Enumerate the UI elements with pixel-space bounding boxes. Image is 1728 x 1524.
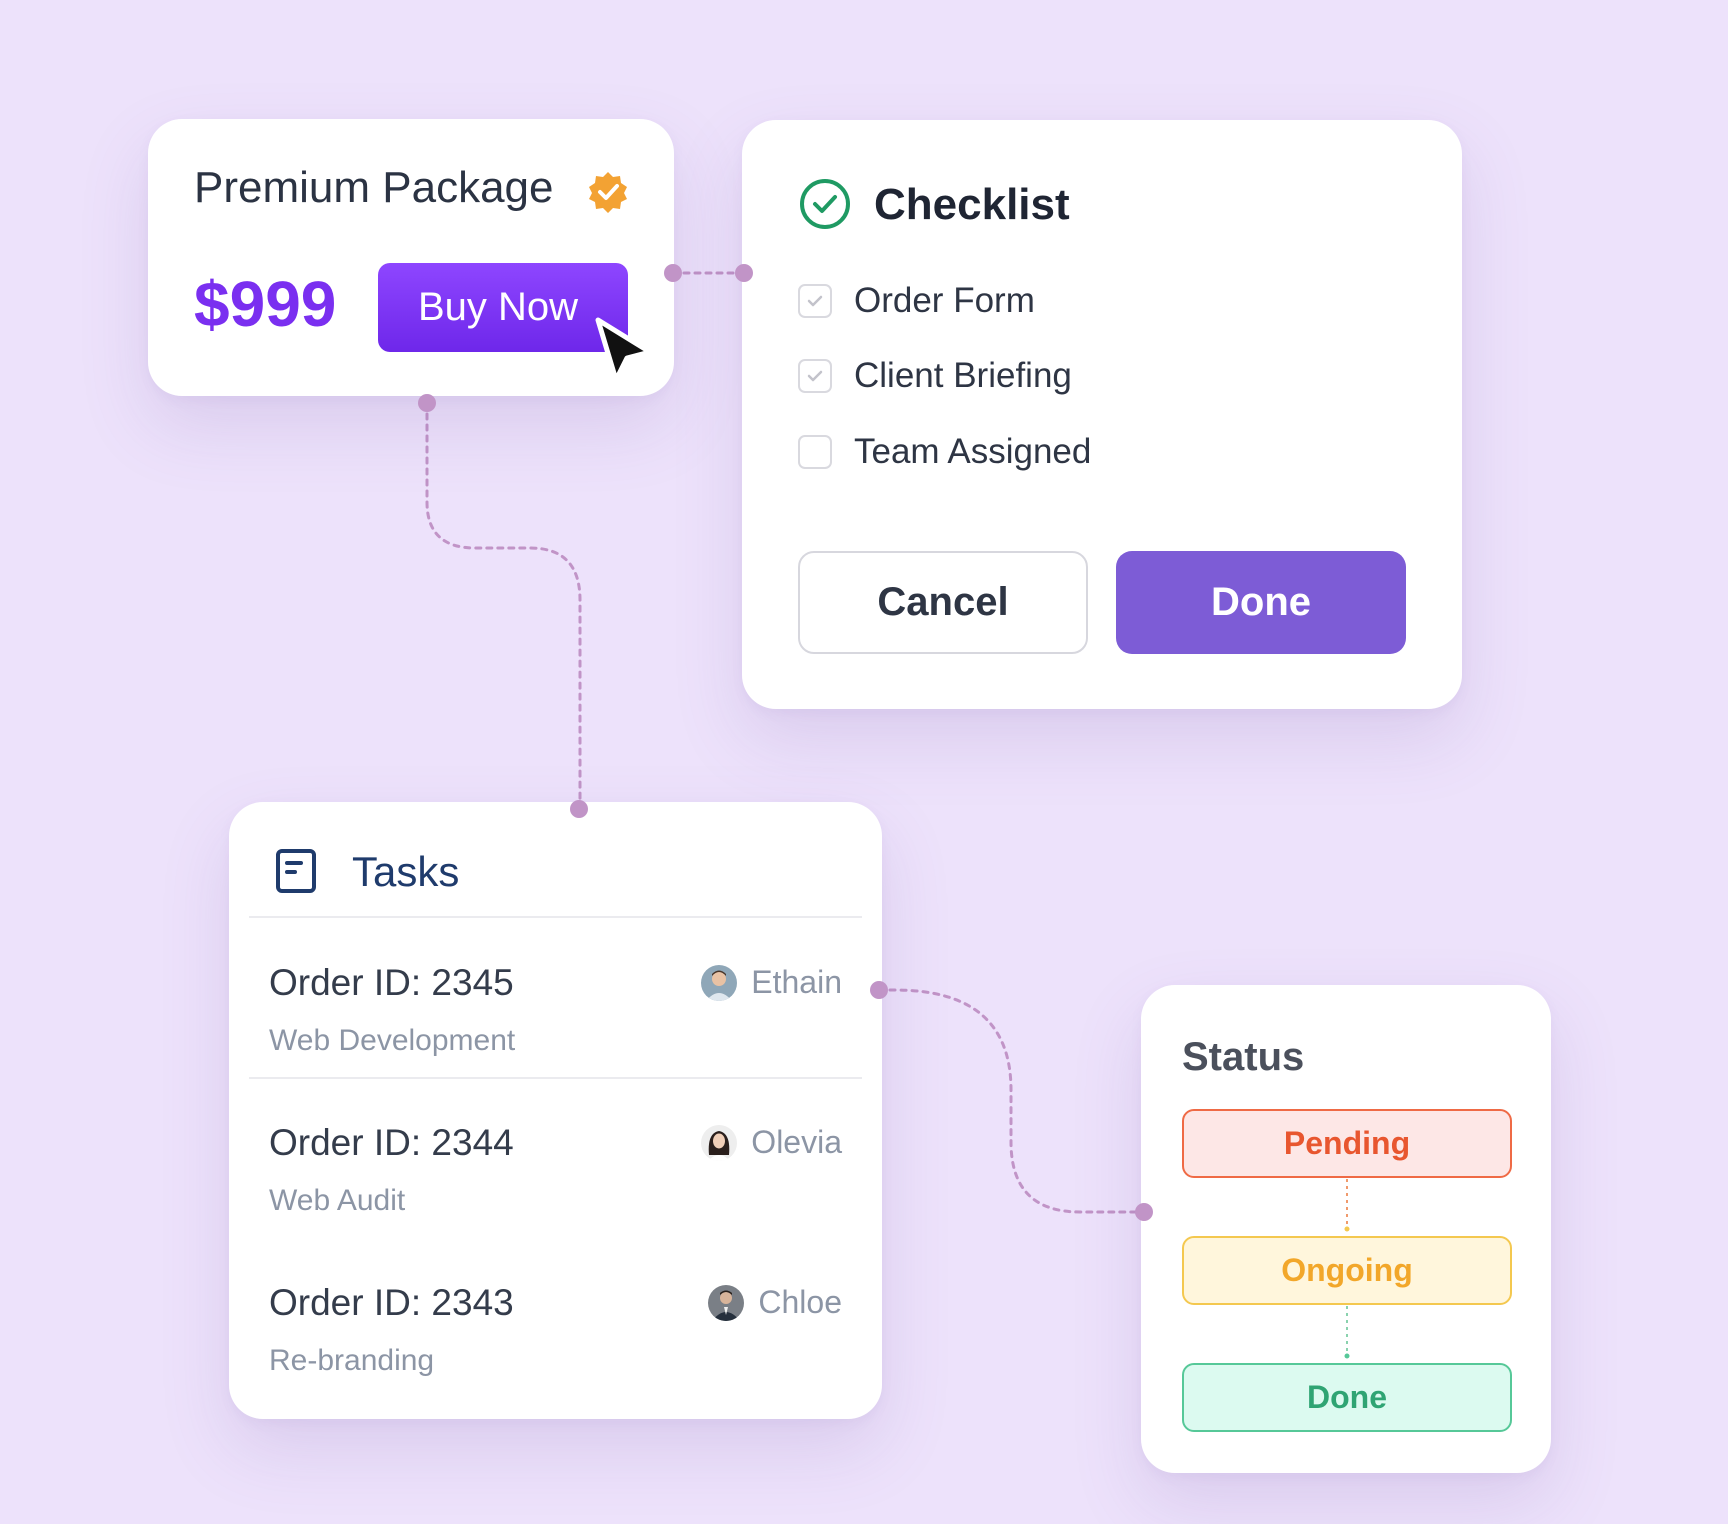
- divider: [249, 916, 862, 918]
- divider: [249, 1077, 862, 1079]
- verified-badge-icon: [589, 172, 627, 213]
- task-row[interactable]: Order ID: 2344 Web Audit Olevia: [269, 1122, 842, 1232]
- status-card: Status Pending Ongoing Done: [1141, 985, 1551, 1473]
- checkbox-checked[interactable]: [798, 284, 832, 318]
- checkmark-icon: [807, 295, 823, 307]
- task-category: Web Audit: [269, 1184, 406, 1217]
- connector-dot: [418, 394, 436, 412]
- price-label: $999: [194, 268, 337, 340]
- checklist-item-label: Client Briefing: [854, 356, 1072, 395]
- checklist-card: Checklist Order Form Client Briefing Tea…: [742, 120, 1462, 709]
- connector-dot: [570, 800, 588, 818]
- task-row[interactable]: Order ID: 2343 Re-branding Chloe: [269, 1282, 842, 1392]
- status-done[interactable]: Done: [1182, 1363, 1512, 1432]
- avatar: [701, 1124, 738, 1161]
- status-title: Status: [1182, 1035, 1305, 1079]
- tasks-card: Tasks Order ID: 2345 Web Development Eth…: [229, 802, 882, 1419]
- task-category: Web Development: [269, 1024, 516, 1057]
- document-icon: [276, 849, 316, 893]
- avatar: [701, 964, 738, 1001]
- checklist-item-client-briefing[interactable]: Client Briefing: [798, 356, 1072, 396]
- done-button[interactable]: Done: [1116, 551, 1406, 654]
- connector-dot: [664, 264, 682, 282]
- order-id: Order ID: 2345: [269, 962, 514, 1003]
- order-id: Order ID: 2344: [269, 1122, 514, 1163]
- avatar: [708, 1284, 745, 1321]
- connector-dot: [735, 264, 753, 282]
- connector-dot: [870, 981, 888, 999]
- assignee: Chloe: [708, 1284, 842, 1321]
- assignee-name: Ethain: [751, 964, 842, 1000]
- status-ongoing[interactable]: Ongoing: [1182, 1236, 1512, 1305]
- tasks-title: Tasks: [352, 848, 460, 895]
- assignee: Ethain: [701, 964, 842, 1001]
- checkmark-icon: [807, 370, 823, 382]
- assignee-name: Olevia: [751, 1124, 842, 1160]
- checklist-item-order-form[interactable]: Order Form: [798, 281, 1035, 321]
- task-row[interactable]: Order ID: 2345 Web Development Ethain: [269, 962, 842, 1072]
- status-pending[interactable]: Pending: [1182, 1109, 1512, 1178]
- cancel-button[interactable]: Cancel: [798, 551, 1088, 654]
- assignee-name: Chloe: [758, 1284, 842, 1320]
- check-circle-icon: [800, 179, 850, 229]
- assignee: Olevia: [701, 1124, 842, 1161]
- checklist-item-label: Team Assigned: [854, 432, 1092, 471]
- checklist-item-team-assigned[interactable]: Team Assigned: [798, 432, 1091, 472]
- task-category: Re-branding: [269, 1344, 435, 1377]
- cursor-pointer-icon: [595, 317, 653, 383]
- checklist-item-label: Order Form: [854, 281, 1035, 320]
- premium-title: Premium Package: [194, 163, 554, 212]
- order-id: Order ID: 2343: [269, 1282, 514, 1323]
- checkbox-unchecked[interactable]: [798, 435, 832, 469]
- connector-dot: [1135, 1203, 1153, 1221]
- checkbox-checked[interactable]: [798, 359, 832, 393]
- checklist-title: Checklist: [874, 180, 1070, 229]
